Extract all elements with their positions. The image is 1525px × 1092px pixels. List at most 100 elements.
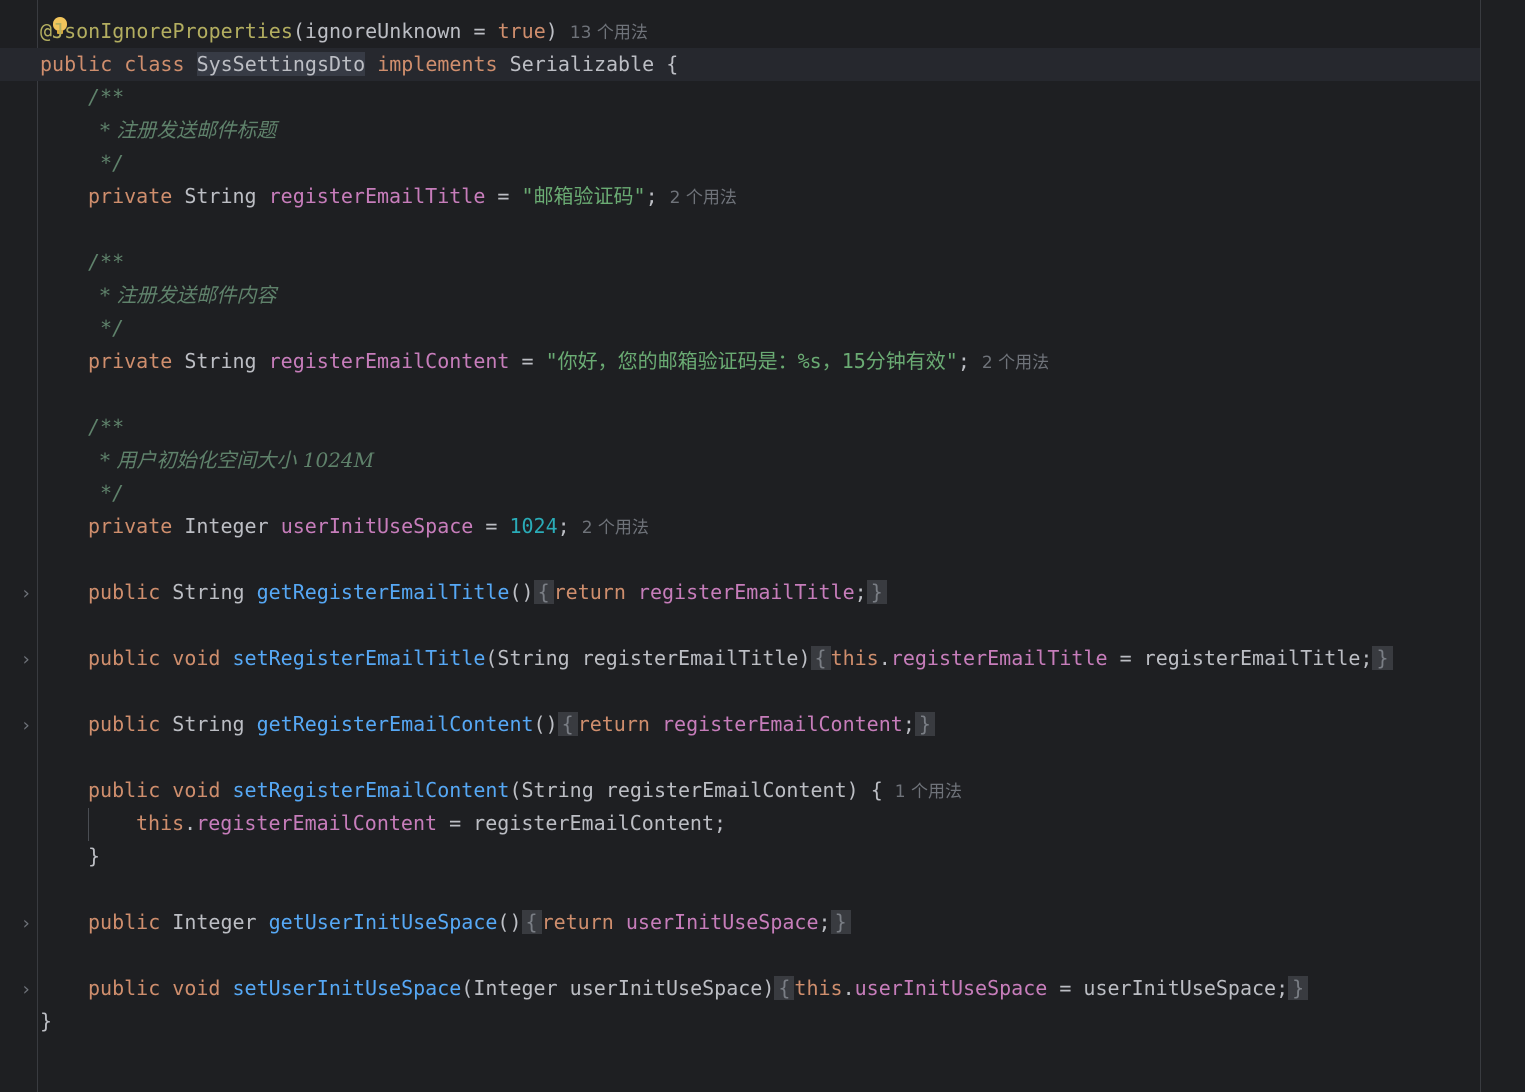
fold-arrow-icon[interactable]: › xyxy=(18,709,34,742)
field-name: registerEmailContent xyxy=(196,811,438,835)
semicolon: ; xyxy=(645,184,658,208)
code-line-field[interactable]: private Integer userInitUseSpace = 1024;… xyxy=(40,510,1480,543)
doc-comment-line: */ xyxy=(100,481,125,505)
paren-close: ) xyxy=(545,19,558,43)
params: (Integer userInitUseSpace) xyxy=(461,976,775,1000)
fold-arrow-icon[interactable]: › xyxy=(18,973,34,1006)
type-name: Integer xyxy=(172,910,257,934)
code-line-field[interactable]: private String registerEmailContent = "你… xyxy=(40,345,1480,378)
field-name: userInitUseSpace xyxy=(625,910,819,934)
fold-arrow-icon[interactable]: › xyxy=(18,577,34,610)
doc-comment-line: */ xyxy=(100,151,125,175)
params: () xyxy=(497,910,522,934)
doc-comment-line: * 用户初始化空间大小 1024M xyxy=(100,448,375,472)
folded-brace-open[interactable]: { xyxy=(521,910,542,934)
usage-hint[interactable]: 1 个用法 xyxy=(895,782,962,802)
semicolon: ; xyxy=(818,910,831,934)
field-name: userInitUseSpace xyxy=(280,514,474,538)
usage-hint[interactable]: 2 个用法 xyxy=(670,188,737,208)
type-name: String xyxy=(184,184,257,208)
fold-arrow-icon[interactable]: › xyxy=(18,643,34,676)
usage-hint[interactable]: 2 个用法 xyxy=(982,353,1049,373)
doc-comment-line: */ xyxy=(100,316,125,340)
param-name: userInitUseSpace xyxy=(1083,976,1277,1000)
params: () xyxy=(533,712,558,736)
class-name: SysSettingsDto xyxy=(196,52,366,76)
params-close: ) xyxy=(798,646,811,670)
type-name: String xyxy=(172,712,245,736)
keyword: return xyxy=(553,580,626,604)
operator: = xyxy=(509,349,546,373)
params: (String registerEmailContent) xyxy=(509,778,859,802)
method-name: setRegisterEmailContent xyxy=(232,778,510,802)
keyword: implements xyxy=(377,52,498,76)
code-line-class-decl[interactable]: public class SysSettingsDto implements S… xyxy=(0,48,1480,81)
method-name: getRegisterEmailContent xyxy=(256,712,534,736)
params: (String xyxy=(485,646,582,670)
folded-brace-open[interactable]: { xyxy=(533,580,554,604)
code-line-field[interactable]: private String registerEmailTitle = "邮箱验… xyxy=(40,180,1480,213)
code-line-method[interactable]: public void setRegisterEmailContent(Stri… xyxy=(40,774,1480,807)
keyword: return xyxy=(541,910,614,934)
dot: . xyxy=(842,976,855,1000)
field-name: registerEmailTitle xyxy=(268,184,486,208)
method-name: setRegisterEmailTitle xyxy=(232,646,486,670)
string-literal: "邮箱验证码" xyxy=(521,184,646,208)
folded-brace-open[interactable]: { xyxy=(774,976,795,1000)
semicolon: ; xyxy=(557,514,570,538)
keyword: return xyxy=(577,712,650,736)
keyword: this xyxy=(830,646,879,670)
annotation-at: @ xyxy=(40,19,53,43)
code-line-statement[interactable]: this.registerEmailContent = registerEmai… xyxy=(40,807,1480,840)
code-editor[interactable]: @JsonIgnoreProperties(ignoreUnknown = tr… xyxy=(0,15,1480,1038)
keyword: void xyxy=(172,976,221,1000)
usage-hint[interactable]: 2 个用法 xyxy=(582,518,649,538)
code-line-method[interactable]: public String getRegisterEmailTitle(){re… xyxy=(40,576,1480,609)
code-line-annotation[interactable]: @JsonIgnoreProperties(ignoreUnknown = tr… xyxy=(40,15,1480,48)
code-line-method[interactable]: public Integer getUserInitUseSpace(){ret… xyxy=(40,906,1480,939)
folded-brace-close[interactable]: } xyxy=(1372,646,1393,670)
code-line-closing-brace[interactable]: } xyxy=(40,840,1480,873)
annotation-name: JsonIgnoreProperties xyxy=(52,19,293,43)
keyword: public xyxy=(88,976,161,1000)
params: () xyxy=(509,580,534,604)
code-line-class-end[interactable]: } xyxy=(40,1005,1480,1038)
keyword: private xyxy=(88,349,173,373)
semicolon: ; xyxy=(854,580,867,604)
param-name: registerEmailTitle xyxy=(581,646,799,670)
field-name: registerEmailContent xyxy=(268,349,510,373)
semicolon: ; xyxy=(902,712,915,736)
keyword: void xyxy=(172,646,221,670)
code-line-method[interactable]: public String getRegisterEmailContent(){… xyxy=(40,708,1480,741)
folded-brace-close[interactable]: } xyxy=(866,580,887,604)
operator: = xyxy=(1107,646,1144,670)
type-name: Integer xyxy=(184,514,269,538)
operator: = xyxy=(485,184,522,208)
brace: { xyxy=(666,52,679,76)
semicolon: ; xyxy=(1276,976,1289,1000)
field-name: registerEmailTitle xyxy=(637,580,855,604)
folded-brace-open[interactable]: { xyxy=(557,712,578,736)
interface-name: Serializable xyxy=(509,52,655,76)
annotation-param: ignoreUnknown xyxy=(304,19,462,43)
folded-brace-close[interactable]: } xyxy=(914,712,935,736)
type-name: String xyxy=(184,349,257,373)
code-line-method[interactable]: public void setUserInitUseSpace(Integer … xyxy=(40,972,1480,1005)
code-line-method[interactable]: public void setRegisterEmailTitle(String… xyxy=(40,642,1480,675)
keyword: private xyxy=(88,514,173,538)
folded-brace-close[interactable]: } xyxy=(1288,976,1309,1000)
fold-arrow-icon[interactable]: › xyxy=(18,907,34,940)
keyword: public xyxy=(88,910,161,934)
folded-brace-open[interactable]: { xyxy=(810,646,831,670)
string-literal: "你好，您的邮箱验证码是：%s，15分钟有效" xyxy=(545,349,958,373)
param-name: registerEmailContent; xyxy=(473,811,727,835)
brace: { xyxy=(870,778,883,802)
keyword: private xyxy=(88,184,173,208)
doc-comment-line: * 注册发送邮件内容 xyxy=(100,283,277,307)
usage-hint[interactable]: 13 个用法 xyxy=(570,23,648,43)
folded-brace-close[interactable]: } xyxy=(830,910,851,934)
